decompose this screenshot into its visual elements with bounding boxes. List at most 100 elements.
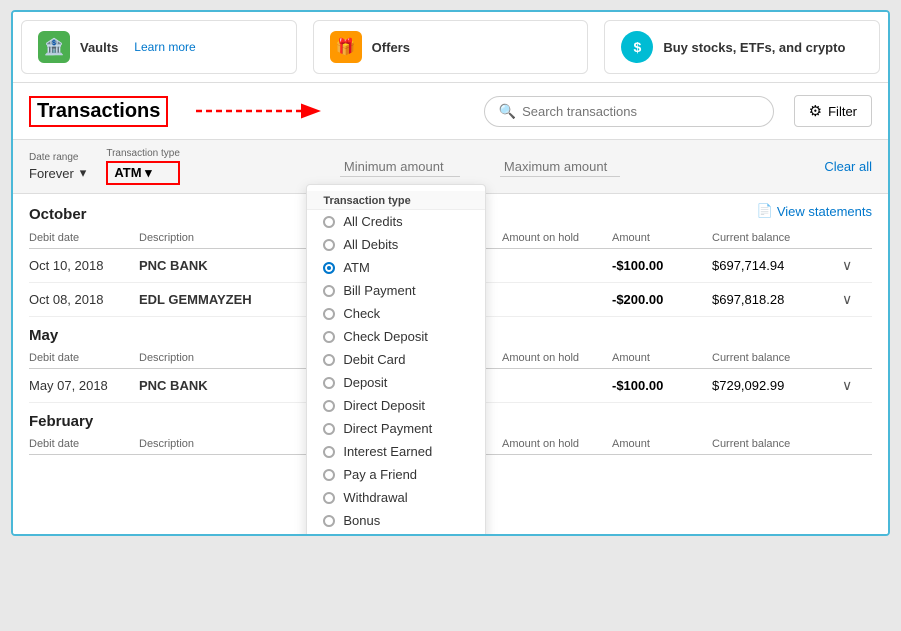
date-cell: Oct 08, 2018	[29, 292, 139, 307]
radio-all-debits	[323, 239, 335, 251]
txn-option-label: Deposit	[343, 375, 387, 390]
txn-option-deposit[interactable]: Deposit	[307, 371, 485, 394]
amount-cell: -$100.00	[612, 378, 712, 393]
col-expand	[842, 232, 872, 244]
view-statements-link[interactable]: 📄 View statements	[757, 203, 872, 219]
date-cell: Oct 10, 2018	[29, 258, 139, 273]
txn-option-check-deposit[interactable]: Check Deposit	[307, 325, 485, 348]
txn-option-label: Bonus	[343, 513, 380, 528]
row-expand-button[interactable]: ∨	[842, 377, 872, 394]
txn-type-select[interactable]: ATM ▾	[106, 161, 180, 185]
txn-option-all-debits[interactable]: All Debits	[307, 233, 485, 256]
desc-cell: PNC BANK	[139, 378, 319, 393]
vaults-title: Vaults	[80, 40, 118, 55]
desc-cell: EDL GEMMAYZEH	[139, 292, 319, 307]
radio-interest-earned	[323, 446, 335, 458]
txn-option-direct-payment[interactable]: Direct Payment	[307, 417, 485, 440]
date-range-group: Date range Forever ▾	[29, 152, 86, 181]
txn-option-interest-earned[interactable]: Interest Earned	[307, 440, 485, 463]
filter-bar: Date range Forever ▾ Transaction type AT…	[13, 140, 888, 194]
col-balance: Current balance	[712, 232, 842, 244]
filter-button[interactable]: ⚙ Filter	[794, 95, 872, 127]
radio-bill-payment	[323, 285, 335, 297]
balance-cell: $729,092.99	[712, 378, 842, 393]
offers-banner[interactable]: 🎁 Offers	[313, 20, 589, 74]
txn-option-label: ATM	[343, 260, 369, 275]
txn-option-atm[interactable]: ATM	[307, 256, 485, 279]
radio-debit-card	[323, 354, 335, 366]
col-on-hold: Amount on hold	[502, 232, 612, 244]
view-statements-october: 📄 View statements	[757, 194, 872, 228]
col-expand	[842, 438, 872, 450]
txn-option-bonus[interactable]: Bonus	[307, 509, 485, 532]
clear-all-link[interactable]: Clear all	[824, 159, 872, 174]
search-input[interactable]	[522, 104, 742, 119]
col-description: Description	[139, 352, 319, 364]
txn-option-label: All Debits	[343, 237, 398, 252]
col-description: Description	[139, 438, 319, 450]
txn-option-pay-a-friend[interactable]: Pay a Friend	[307, 463, 485, 486]
txn-option-label: Direct Deposit	[343, 398, 425, 413]
txn-option-label: Direct Payment	[343, 421, 432, 436]
txn-option-debit-card[interactable]: Debit Card	[307, 348, 485, 371]
radio-all-credits	[323, 216, 335, 228]
min-amount-input[interactable]	[340, 157, 460, 177]
radio-direct-deposit	[323, 400, 335, 412]
top-banners: 🏦 Vaults Learn more 🎁 Offers $ Buy stock…	[13, 12, 888, 83]
txn-option-check[interactable]: Check	[307, 302, 485, 325]
txn-option-donation[interactable]: Donation	[307, 532, 485, 536]
col-amount: Amount	[612, 232, 712, 244]
chevron-down-icon: ▾	[80, 165, 87, 181]
row-expand-button[interactable]: ∨	[842, 291, 872, 308]
vaults-learn-more[interactable]: Learn more	[134, 40, 195, 54]
radio-atm	[323, 262, 335, 274]
offers-icon: 🎁	[330, 31, 362, 63]
amount-cell: -$100.00	[612, 258, 712, 273]
txn-type-value: ATM	[114, 165, 141, 180]
desc-cell: PNC BANK	[139, 258, 319, 273]
radio-withdrawal	[323, 492, 335, 504]
txn-option-label: Bill Payment	[343, 283, 415, 298]
filter-label: Filter	[828, 104, 857, 119]
col-debit-date: Debit date	[29, 438, 139, 450]
page-title: Transactions	[29, 96, 168, 127]
offers-title: Offers	[372, 40, 410, 55]
radio-pay-a-friend	[323, 469, 335, 481]
col-expand	[842, 352, 872, 364]
document-icon: 📄	[757, 203, 773, 219]
col-debit-date: Debit date	[29, 352, 139, 364]
txn-option-all-credits[interactable]: All Credits	[307, 210, 485, 233]
radio-deposit	[323, 377, 335, 389]
txn-option-label: Interest Earned	[343, 444, 432, 459]
radio-direct-payment	[323, 423, 335, 435]
txn-option-withdrawal[interactable]: Withdrawal	[307, 486, 485, 509]
col-balance: Current balance	[712, 438, 842, 450]
balance-cell: $697,714.94	[712, 258, 842, 273]
col-on-hold: Amount on hold	[502, 352, 612, 364]
radio-check	[323, 308, 335, 320]
vaults-banner[interactable]: 🏦 Vaults Learn more	[21, 20, 297, 74]
stocks-icon: $	[621, 31, 653, 63]
stocks-banner[interactable]: $ Buy stocks, ETFs, and crypto	[604, 20, 880, 74]
chevron-down-icon-txn: ▾	[145, 165, 152, 180]
radio-check-deposit	[323, 331, 335, 343]
date-cell: May 07, 2018	[29, 378, 139, 393]
row-expand-button[interactable]: ∨	[842, 257, 872, 274]
col-amount: Amount	[612, 352, 712, 364]
section-title-october: October	[29, 196, 87, 227]
max-amount-input[interactable]	[500, 157, 620, 177]
date-range-label: Date range	[29, 152, 86, 163]
col-on-hold: Amount on hold	[502, 438, 612, 450]
txn-option-bill-payment[interactable]: Bill Payment	[307, 279, 485, 302]
txn-option-direct-deposit[interactable]: Direct Deposit	[307, 394, 485, 417]
main-frame: 🏦 Vaults Learn more 🎁 Offers $ Buy stock…	[11, 10, 890, 536]
txn-dropdown-header: Transaction type	[307, 191, 485, 210]
date-range-select[interactable]: Forever ▾	[29, 165, 86, 181]
txn-type-group: Transaction type ATM ▾ Transaction type …	[106, 148, 180, 185]
max-amount-group	[500, 157, 620, 177]
txn-type-dropdown: Transaction type All Credits All Debits …	[306, 184, 486, 536]
txn-option-label: Withdrawal	[343, 490, 407, 505]
search-bar[interactable]: 🔍	[484, 96, 774, 127]
txn-type-label: Transaction type	[106, 148, 180, 159]
txn-option-label: Check Deposit	[343, 329, 428, 344]
